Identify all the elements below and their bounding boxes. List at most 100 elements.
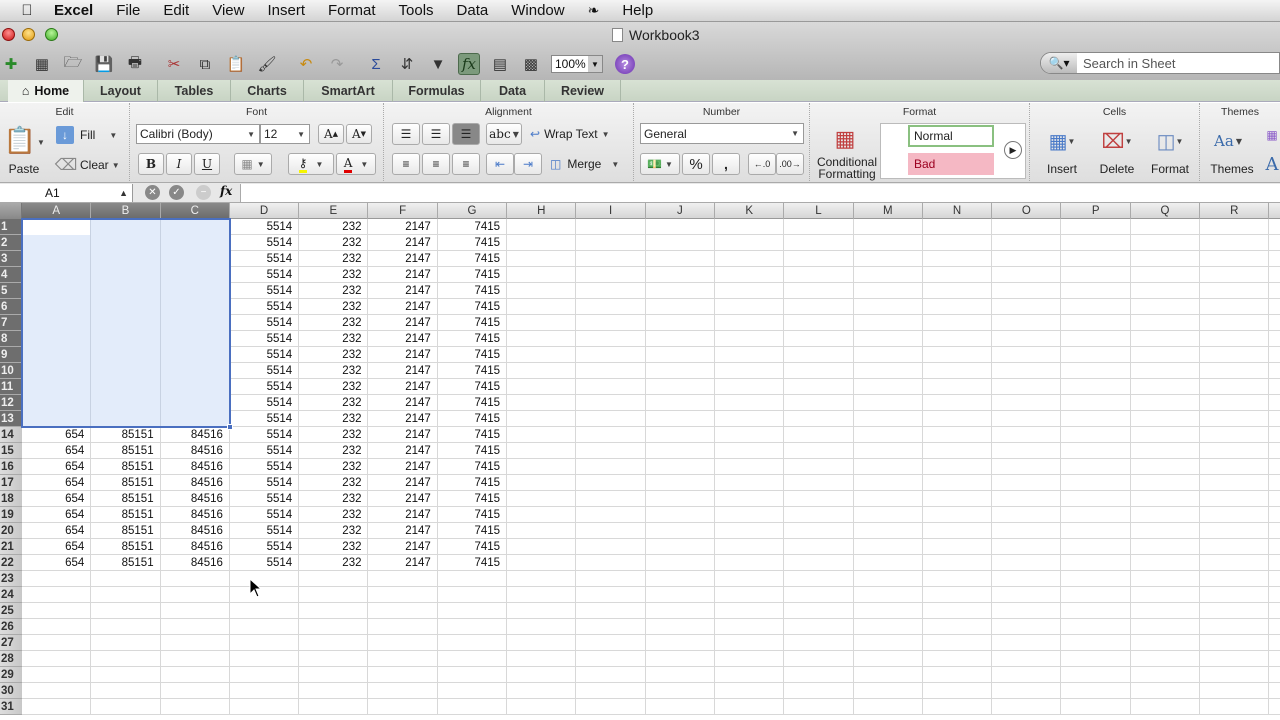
save-icon[interactable]: 💾	[93, 53, 115, 75]
cell-q4[interactable]	[1131, 267, 1201, 283]
cell-q5[interactable]	[1131, 283, 1201, 299]
cell-n7[interactable]	[923, 315, 993, 331]
cell-d11[interactable]: 5514	[230, 379, 300, 395]
cell-c31[interactable]	[161, 699, 230, 715]
cell-i11[interactable]	[576, 379, 646, 395]
cell-k14[interactable]	[715, 427, 785, 443]
cell-d22[interactable]: 5514	[230, 555, 300, 571]
cell-g12[interactable]: 7415	[438, 395, 508, 411]
menu-help[interactable]: Help	[622, 2, 653, 19]
cell-f24[interactable]	[369, 587, 438, 603]
cell-a4[interactable]	[22, 267, 92, 283]
cell-k8[interactable]	[715, 331, 785, 347]
cell-c23[interactable]	[161, 571, 230, 587]
cell-g24[interactable]	[438, 587, 508, 603]
cell-i27[interactable]	[576, 635, 646, 651]
cell-j27[interactable]	[646, 635, 715, 651]
styles-more-button[interactable]: ▶	[1004, 141, 1022, 159]
enter-icon[interactable]: ✓	[169, 185, 184, 200]
cell-r14[interactable]	[1200, 427, 1270, 443]
cell-m5[interactable]	[854, 283, 923, 299]
cell-j12[interactable]	[646, 395, 715, 411]
cell-i16[interactable]	[576, 459, 646, 475]
cell-l10[interactable]	[784, 363, 854, 379]
cell-r19[interactable]	[1200, 507, 1270, 523]
cell-d30[interactable]	[230, 683, 300, 699]
column-header-h[interactable]: H	[507, 203, 577, 219]
cell-l25[interactable]	[784, 603, 854, 619]
cell-a15[interactable]: 654	[22, 443, 92, 459]
cell-c27[interactable]	[161, 635, 230, 651]
cell-e4[interactable]: 232	[299, 267, 369, 283]
cell-p18[interactable]	[1062, 491, 1131, 507]
cell-a12[interactable]	[22, 395, 92, 411]
cell-b13[interactable]	[91, 411, 161, 427]
cell-p19[interactable]	[1062, 507, 1131, 523]
cell-n30[interactable]	[923, 683, 993, 699]
cell-a23[interactable]	[22, 571, 92, 587]
cell-h30[interactable]	[507, 683, 577, 699]
cell-n23[interactable]	[923, 571, 993, 587]
cell-f27[interactable]	[369, 635, 438, 651]
cell-i19[interactable]	[576, 507, 646, 523]
cell-j18[interactable]	[646, 491, 715, 507]
cell-f1[interactable]: 2147	[369, 219, 438, 235]
cell-h5[interactable]	[507, 283, 577, 299]
row-header-9[interactable]: 9	[0, 347, 22, 363]
cell-b5[interactable]	[91, 283, 161, 299]
cell-c28[interactable]	[161, 651, 230, 667]
cell-i30[interactable]	[576, 683, 646, 699]
cell-f16[interactable]: 2147	[369, 459, 438, 475]
cell-c22[interactable]: 84516	[161, 555, 230, 571]
cell-i26[interactable]	[576, 619, 646, 635]
align-center-button[interactable]: ≡	[422, 153, 450, 175]
cell-b8[interactable]	[91, 331, 161, 347]
cell-c13[interactable]	[160, 411, 230, 427]
row-header-7[interactable]: 7	[0, 315, 22, 331]
conditional-formatting-icon[interactable]: ▦	[822, 123, 868, 155]
cell-o19[interactable]	[992, 507, 1062, 523]
cell-a5[interactable]	[22, 283, 92, 299]
cell-n29[interactable]	[923, 667, 993, 683]
cell-m2[interactable]	[854, 235, 923, 251]
cell-p11[interactable]	[1062, 379, 1131, 395]
cell-k6[interactable]	[715, 299, 785, 315]
row-header-13[interactable]: 13	[0, 411, 22, 427]
tab-formulas[interactable]: Formulas	[393, 80, 481, 102]
column-header-f[interactable]: F	[369, 203, 438, 219]
cell-i10[interactable]	[576, 363, 646, 379]
cell-o13[interactable]	[992, 411, 1062, 427]
cell-k10[interactable]	[715, 363, 785, 379]
cell-h4[interactable]	[507, 267, 577, 283]
cell-h27[interactable]	[507, 635, 577, 651]
cell-q17[interactable]	[1131, 475, 1201, 491]
column-header-a[interactable]: A	[22, 203, 92, 219]
column-header-k[interactable]: K	[715, 203, 785, 219]
cell-m11[interactable]	[854, 379, 923, 395]
cell-o18[interactable]	[992, 491, 1062, 507]
grow-font-button[interactable]: A ▲	[318, 124, 344, 144]
row-header-1[interactable]: 1	[0, 219, 22, 235]
cell-p12[interactable]	[1062, 395, 1131, 411]
row-header-4[interactable]: 4	[0, 267, 22, 283]
cell-l8[interactable]	[784, 331, 854, 347]
cell-n27[interactable]	[923, 635, 993, 651]
cell-j24[interactable]	[646, 587, 715, 603]
cell-p5[interactable]	[1062, 283, 1131, 299]
menu-view[interactable]: View	[212, 2, 244, 19]
row-header-10[interactable]: 10	[0, 363, 22, 379]
cell-i4[interactable]	[576, 267, 646, 283]
themes-button[interactable]: Themes	[1204, 161, 1260, 177]
cell-f29[interactable]	[369, 667, 438, 683]
cell-c9[interactable]	[160, 347, 230, 363]
format-painter-icon[interactable]: 🖌	[256, 53, 278, 75]
merge-button[interactable]: ◫ Merge ▼	[550, 153, 630, 175]
cell-h10[interactable]	[507, 363, 577, 379]
cell-e13[interactable]: 232	[299, 411, 369, 427]
cell-i29[interactable]	[576, 667, 646, 683]
column-header-i[interactable]: I	[576, 203, 646, 219]
cell-b3[interactable]	[91, 251, 161, 267]
row-header-8[interactable]: 8	[0, 331, 22, 347]
cell-l16[interactable]	[784, 459, 854, 475]
cell-i1[interactable]	[576, 219, 646, 235]
